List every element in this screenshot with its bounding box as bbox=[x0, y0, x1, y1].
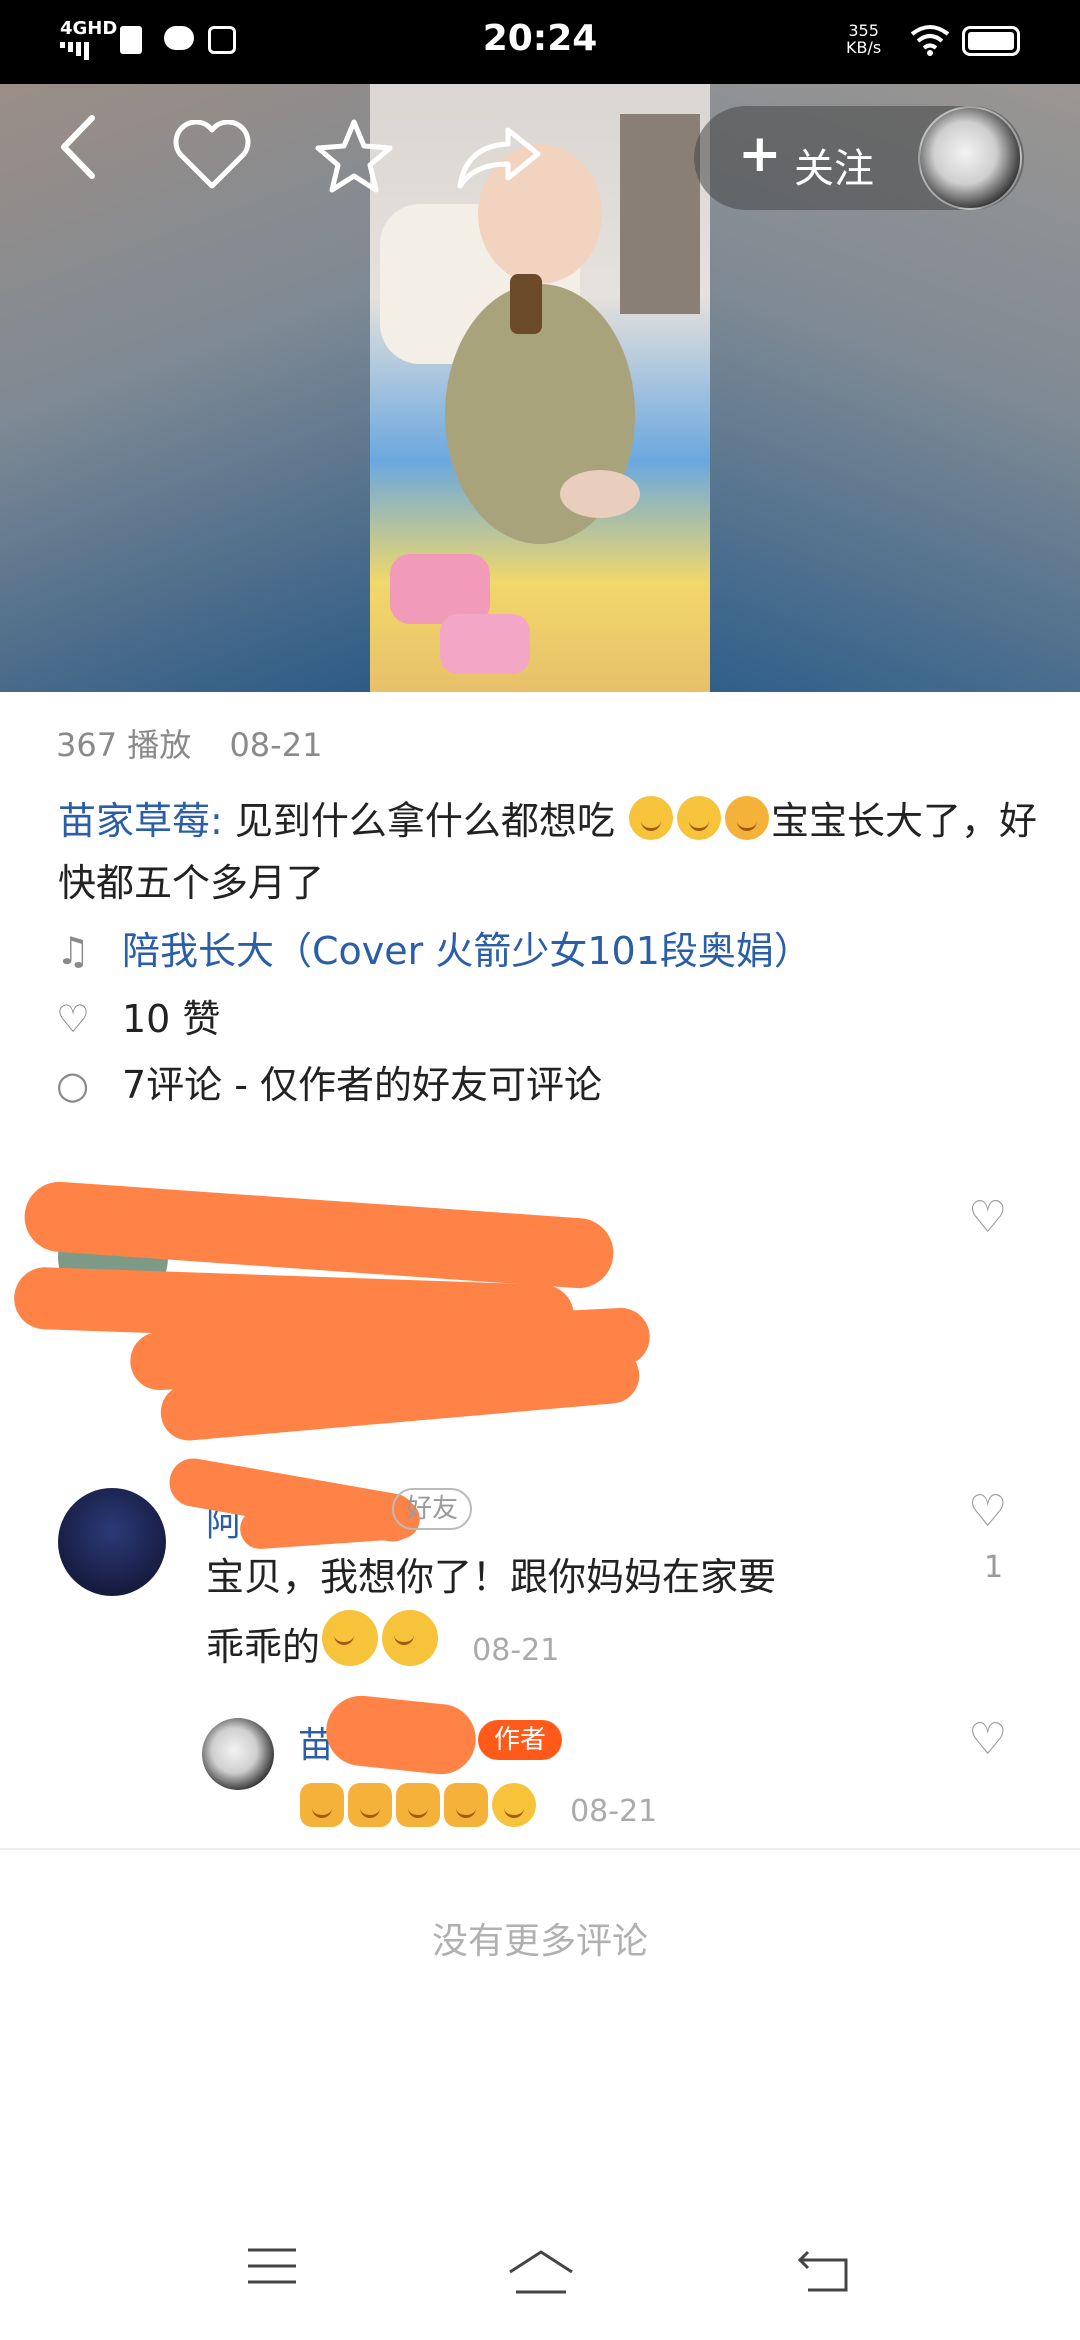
comment-text-line: 乖乖的 08-21 bbox=[206, 1610, 966, 1684]
divider bbox=[0, 1848, 1080, 1850]
music-note-icon: ♫ bbox=[56, 929, 91, 973]
comment-like-count: 1 bbox=[984, 1550, 1004, 1585]
post-date: 08-21 bbox=[229, 726, 323, 764]
battery-icon bbox=[962, 26, 1020, 56]
favorite-star-icon[interactable] bbox=[314, 118, 394, 194]
smile-emoji-icon bbox=[628, 796, 673, 840]
speed-unit: KB/s bbox=[846, 38, 882, 57]
comment-bubble-icon: ○ bbox=[56, 1063, 90, 1107]
reply-text: 08-21 bbox=[298, 1780, 657, 1840]
fist-emoji-icon bbox=[300, 1783, 344, 1827]
laugh-emoji-icon bbox=[492, 1783, 536, 1827]
heart-outline-icon: ♡ bbox=[56, 997, 91, 1041]
fist-emoji-icon bbox=[348, 1783, 392, 1827]
comments-count: 7评论 - 仅作者的好友可评论 bbox=[122, 1063, 603, 1107]
network-speed: 355 KB/s bbox=[846, 22, 881, 56]
like-icon[interactable] bbox=[172, 120, 252, 190]
reply-item: 苗 作者 08-21 ♡ bbox=[0, 1680, 1080, 1848]
friend-badge: 好友 bbox=[392, 1488, 473, 1530]
comments-row: ○ 7评论 - 仅作者的好友可评论 bbox=[56, 1054, 602, 1109]
comment-item: 阿 好友 宝贝，我想你了！跟你妈妈在家要 乖乖的 08-21 ♡ 1 bbox=[0, 1440, 1080, 1680]
post-author-link[interactable]: 苗家草莓: bbox=[58, 799, 223, 843]
blush-emoji-icon bbox=[382, 1610, 439, 1666]
comment-item: ♡ bbox=[0, 1179, 1080, 1443]
comment-date: 08-21 bbox=[472, 1633, 560, 1668]
status-bar: 4GHD 20:24 355 KB/s bbox=[0, 0, 1080, 84]
comment-text-line: 宝贝，我想你了！跟你妈妈在家要 bbox=[206, 1555, 777, 1599]
commenter-avatar[interactable] bbox=[58, 1488, 166, 1596]
menu-icon[interactable] bbox=[244, 2244, 300, 2288]
play-count: 367 播放 bbox=[56, 726, 192, 764]
comment-like-icon[interactable]: ♡ bbox=[968, 1192, 1007, 1243]
comment-like-icon[interactable]: ♡ bbox=[968, 1486, 1007, 1537]
redaction-mark bbox=[322, 1692, 480, 1778]
comment-text: 宝贝，我想你了！跟你妈妈在家要 乖乖的 08-21 bbox=[206, 1544, 966, 1684]
author-badge: 作者 bbox=[478, 1720, 563, 1760]
back-icon[interactable] bbox=[56, 114, 100, 180]
post-meta: 367 播放 08-21 bbox=[56, 720, 322, 766]
home-icon[interactable] bbox=[506, 2248, 576, 2296]
video-player[interactable]: + 关注 bbox=[0, 84, 1080, 692]
plus-icon: + bbox=[738, 124, 782, 184]
music-row[interactable]: ♫ 陪我长大（Cover 火箭少女101段奥娟） bbox=[56, 920, 812, 975]
wifi-icon bbox=[910, 25, 950, 56]
share-icon[interactable] bbox=[454, 124, 544, 190]
blush-emoji-icon bbox=[322, 1610, 379, 1666]
replier-avatar[interactable] bbox=[202, 1718, 274, 1790]
likes-count: 10 赞 bbox=[122, 997, 221, 1041]
fist-emoji-icon bbox=[396, 1783, 440, 1827]
smile-emoji-icon bbox=[676, 796, 721, 840]
author-avatar[interactable] bbox=[918, 106, 1022, 210]
comment-like-icon[interactable]: ♡ bbox=[968, 1714, 1007, 1765]
follow-label: 关注 bbox=[794, 146, 874, 192]
no-more-comments: 没有更多评论 bbox=[431, 1921, 648, 1962]
post-caption: 苗家草莓: 见到什么拿什么都想吃 宝宝长大了，好快都五个多月了 bbox=[58, 790, 1038, 914]
caption-text-1: 见到什么拿什么都想吃 bbox=[222, 799, 627, 843]
comment-text-end: 乖乖的 bbox=[206, 1625, 321, 1669]
likes-row: ♡ 10 赞 bbox=[56, 988, 220, 1043]
back-nav-icon[interactable] bbox=[796, 2250, 852, 2294]
speed-value: 355 bbox=[848, 21, 879, 40]
reply-date: 08-21 bbox=[570, 1794, 658, 1829]
fist-emoji-icon bbox=[444, 1783, 488, 1827]
music-title[interactable]: 陪我长大（Cover 火箭少女101段奥娟） bbox=[122, 929, 812, 973]
kiss-emoji-icon bbox=[724, 796, 769, 840]
